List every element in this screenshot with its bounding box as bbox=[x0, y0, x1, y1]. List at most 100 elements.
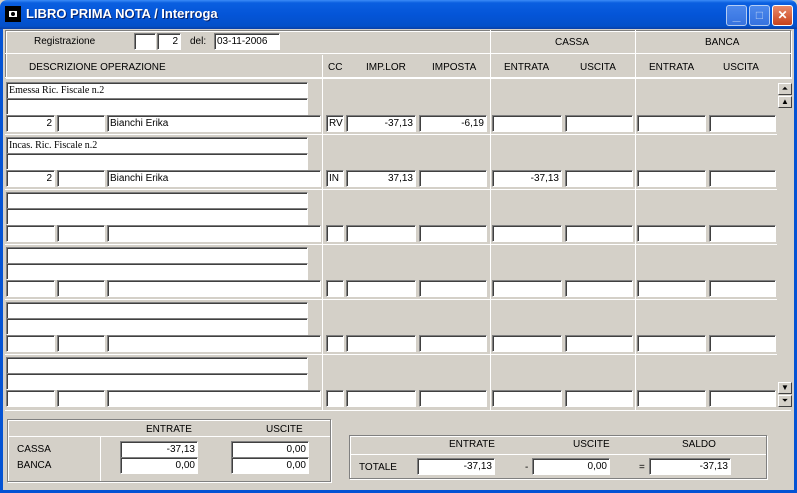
row-number-field[interactable]: 2 bbox=[6, 115, 55, 132]
row-banca-entrata-field[interactable] bbox=[637, 225, 706, 242]
row-cassa-uscita-field[interactable] bbox=[565, 170, 633, 187]
summary-banca-label: BANCA bbox=[17, 460, 52, 471]
row-number-field[interactable] bbox=[6, 335, 55, 352]
row-cassa-uscita-field[interactable] bbox=[565, 115, 633, 132]
row-code-field[interactable] bbox=[57, 115, 105, 132]
vertical-scrollbar[interactable]: ⏶ ▲ ▼ ⏷ bbox=[777, 82, 794, 410]
row-description-line1[interactable] bbox=[6, 357, 308, 374]
row-banca-uscita-field[interactable] bbox=[709, 390, 776, 407]
row-cassa-entrata-field[interactable] bbox=[492, 390, 562, 407]
row-imp-lor-field[interactable] bbox=[346, 280, 416, 297]
row-description-line1[interactable] bbox=[6, 247, 308, 264]
row-code-field[interactable] bbox=[57, 225, 105, 242]
row-cassa-entrata-field[interactable] bbox=[492, 335, 562, 352]
row-description-line2[interactable] bbox=[6, 153, 308, 170]
totale-entrate[interactable]: -37,13 bbox=[417, 458, 495, 475]
row-description-line2[interactable] bbox=[6, 98, 308, 115]
row-cassa-entrata-field[interactable] bbox=[492, 225, 562, 242]
totale-uscite[interactable]: 0,00 bbox=[532, 458, 610, 475]
row-banca-uscita-field[interactable] bbox=[709, 280, 776, 297]
row-number-field[interactable]: 2 bbox=[6, 170, 55, 187]
row-banca-uscita-field[interactable] bbox=[709, 225, 776, 242]
divider-banca bbox=[635, 30, 636, 410]
row-cassa-entrata-field[interactable]: -37,13 bbox=[492, 170, 562, 187]
row-banca-entrata-field[interactable] bbox=[637, 115, 706, 132]
row-cc-field[interactable] bbox=[326, 280, 344, 297]
row-banca-uscita-field[interactable] bbox=[709, 170, 776, 187]
row-imp-lor-field[interactable] bbox=[346, 225, 416, 242]
row-cassa-uscita-field[interactable] bbox=[565, 280, 633, 297]
summary-cassa-entrate[interactable]: -37,13 bbox=[120, 441, 198, 458]
row-description-line2[interactable] bbox=[6, 263, 308, 280]
row-banca-entrata-field[interactable] bbox=[637, 390, 706, 407]
row-banca-entrata-field[interactable] bbox=[637, 335, 706, 352]
row-description-line1[interactable]: Incas. Ric. Fiscale n.2 bbox=[6, 137, 308, 154]
row-description-line1[interactable] bbox=[6, 302, 308, 319]
row-code-field[interactable] bbox=[57, 335, 105, 352]
scroll-bottom-button[interactable]: ⏷ bbox=[778, 395, 792, 407]
row-description-line2[interactable] bbox=[6, 373, 308, 390]
row-banca-entrata-field[interactable] bbox=[637, 280, 706, 297]
totale-saldo[interactable]: -37,13 bbox=[649, 458, 731, 475]
summary-uscite-label: USCITE bbox=[266, 424, 303, 435]
row-description-line2[interactable] bbox=[6, 208, 308, 225]
summary-banca-uscite[interactable]: 0,00 bbox=[231, 457, 309, 474]
title-bar[interactable]: LIBRO PRIMA NOTA / Interroga _ □ ✕ bbox=[0, 0, 797, 29]
row-imp-lor-field[interactable] bbox=[346, 335, 416, 352]
row-cassa-uscita-field[interactable] bbox=[565, 390, 633, 407]
date-field[interactable]: 03-11-2006 bbox=[214, 33, 280, 50]
row-cassa-uscita-field[interactable] bbox=[565, 225, 633, 242]
row-banca-uscita-field[interactable] bbox=[709, 115, 776, 132]
close-button[interactable]: ✕ bbox=[772, 5, 793, 26]
row-cassa-entrata-field[interactable] bbox=[492, 115, 562, 132]
summary-cassa-uscite[interactable]: 0,00 bbox=[231, 441, 309, 458]
maximize-button[interactable]: □ bbox=[749, 5, 770, 26]
row-imposta-field[interactable] bbox=[419, 390, 487, 407]
row-imposta-field[interactable] bbox=[419, 280, 487, 297]
row-name-field[interactable] bbox=[107, 225, 321, 242]
col-banca-entrata: ENTRATA bbox=[649, 62, 695, 73]
row-number-field[interactable] bbox=[6, 280, 55, 297]
row-imposta-field[interactable] bbox=[419, 335, 487, 352]
row-name-field[interactable] bbox=[107, 280, 321, 297]
registrazione-prefix-field[interactable] bbox=[134, 33, 156, 50]
row-separator bbox=[5, 299, 777, 300]
row-imposta-field[interactable]: -6,19 bbox=[419, 115, 487, 132]
row-cc-field[interactable] bbox=[326, 390, 344, 407]
row-banca-entrata-field[interactable] bbox=[637, 170, 706, 187]
row-cassa-entrata-field[interactable] bbox=[492, 280, 562, 297]
scroll-top-button[interactable]: ⏶ bbox=[778, 83, 792, 95]
row-imposta-field[interactable] bbox=[419, 170, 487, 187]
row-cc-field[interactable] bbox=[326, 335, 344, 352]
row-code-field[interactable] bbox=[57, 170, 105, 187]
scroll-down-button[interactable]: ▼ bbox=[778, 382, 792, 394]
scroll-up-button[interactable]: ▲ bbox=[778, 96, 792, 108]
registrazione-number-field[interactable]: 2 bbox=[157, 33, 181, 50]
row-cc-field[interactable]: IN bbox=[326, 170, 344, 187]
row-code-field[interactable] bbox=[57, 280, 105, 297]
row-description-line1[interactable]: Emessa Ric. Fiscale n.2 bbox=[6, 82, 308, 99]
row-description-line2[interactable] bbox=[6, 318, 308, 335]
row-cassa-uscita-field[interactable] bbox=[565, 335, 633, 352]
row-name-field[interactable] bbox=[107, 390, 321, 407]
totals-entrate-label: ENTRATE bbox=[449, 439, 495, 450]
row-banca-uscita-field[interactable] bbox=[709, 335, 776, 352]
row-name-field[interactable] bbox=[107, 335, 321, 352]
row-number-field[interactable] bbox=[6, 225, 55, 242]
maximize-icon: □ bbox=[755, 8, 764, 22]
row-cc-field[interactable] bbox=[326, 225, 344, 242]
row-imp-lor-field[interactable] bbox=[346, 390, 416, 407]
row-imp-lor-field[interactable]: 37,13 bbox=[346, 170, 416, 187]
row-code-field[interactable] bbox=[57, 390, 105, 407]
summary-header-divider bbox=[8, 436, 330, 437]
summary-banca-entrate[interactable]: 0,00 bbox=[120, 457, 198, 474]
row-description-line1[interactable] bbox=[6, 192, 308, 209]
minimize-button[interactable]: _ bbox=[726, 5, 747, 26]
row-number-field[interactable] bbox=[6, 390, 55, 407]
totale-label: TOTALE bbox=[359, 462, 397, 473]
row-imp-lor-field[interactable]: -37,13 bbox=[346, 115, 416, 132]
row-imposta-field[interactable] bbox=[419, 225, 487, 242]
row-name-field[interactable]: Bianchi Erika bbox=[107, 115, 321, 132]
row-name-field[interactable]: Bianchi Erika bbox=[107, 170, 321, 187]
row-cc-field[interactable]: RV bbox=[326, 115, 344, 132]
